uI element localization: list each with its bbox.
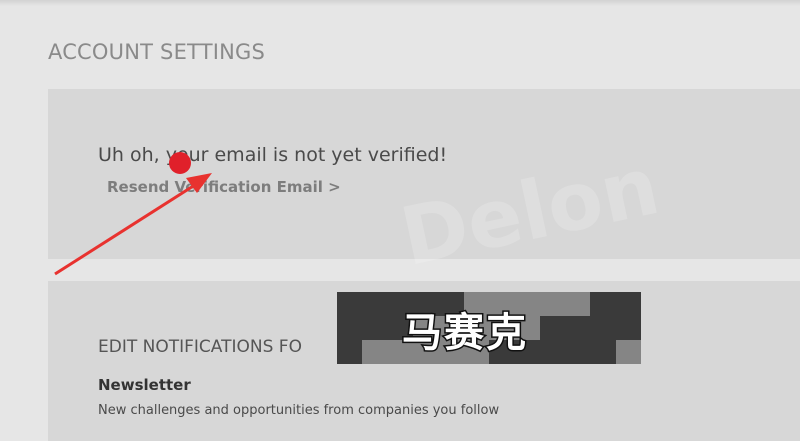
page-title: ACCOUNT SETTINGS bbox=[48, 40, 266, 64]
mosaic-block bbox=[362, 316, 388, 340]
newsletter-description: New challenges and opportunities from co… bbox=[98, 403, 500, 418]
mosaic-block bbox=[362, 340, 388, 364]
mosaic-block bbox=[539, 292, 565, 316]
mosaic-block bbox=[615, 340, 641, 364]
mosaic-block bbox=[590, 316, 616, 340]
mosaic-block bbox=[615, 292, 641, 316]
newsletter-label: Newsletter bbox=[98, 376, 191, 394]
verification-card: Uh oh, your email is not yet verified! R… bbox=[48, 89, 800, 259]
verification-message: Uh oh, your email is not yet verified! bbox=[98, 144, 448, 166]
mosaic-block bbox=[565, 340, 591, 364]
mosaic-block bbox=[337, 340, 363, 364]
mosaic-block bbox=[590, 292, 616, 316]
resend-verification-link[interactable]: Resend Verification Email > bbox=[107, 178, 341, 196]
mosaic-block bbox=[615, 316, 641, 340]
notifications-heading: EDIT NOTIFICATIONS FO bbox=[98, 337, 302, 357]
mosaic-block bbox=[539, 316, 565, 340]
mosaic-block bbox=[337, 292, 363, 316]
mosaic-block bbox=[539, 340, 565, 364]
mosaic-block bbox=[362, 292, 388, 316]
top-edge bbox=[0, 0, 800, 6]
mosaic-block bbox=[565, 316, 591, 340]
mosaic-block bbox=[590, 340, 616, 364]
mosaic-block bbox=[337, 316, 363, 340]
mosaic-caption: 马赛克 bbox=[401, 309, 528, 358]
mosaic-block bbox=[565, 292, 591, 316]
